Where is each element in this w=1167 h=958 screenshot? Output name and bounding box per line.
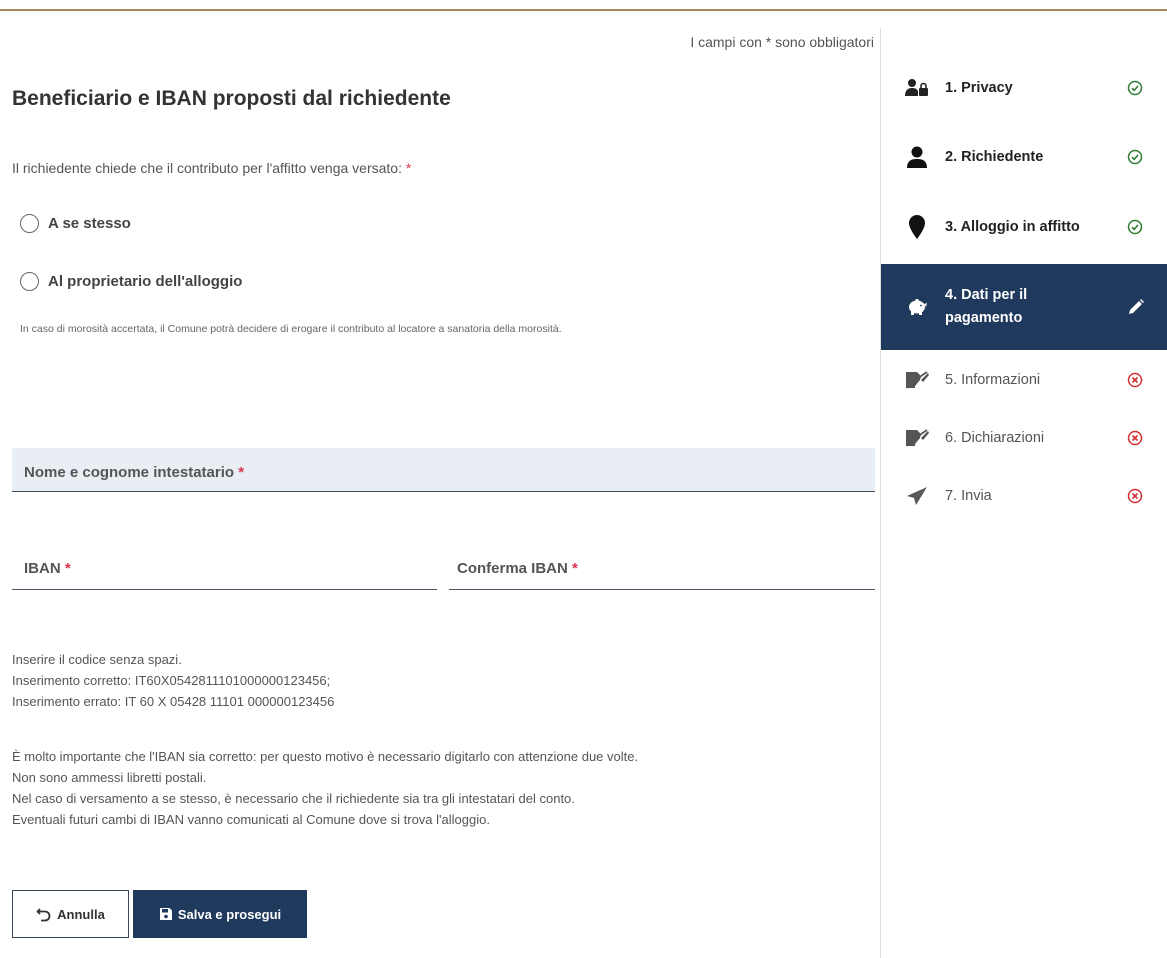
radio-button[interactable] bbox=[20, 214, 39, 233]
iban-confirm-label: Conferma IBAN * bbox=[457, 560, 578, 577]
paper-plane-icon bbox=[905, 484, 929, 508]
payment-question: Il richiedente chiede che il contributo … bbox=[12, 160, 411, 176]
floppy-disk-icon bbox=[159, 908, 172, 920]
step-label: 3. Alloggio in affitto bbox=[945, 219, 1080, 235]
holder-name-field[interactable]: Nome e cognome intestatario * bbox=[12, 448, 875, 492]
required-star: * bbox=[64, 560, 71, 577]
iban-help-line: Inserimento corretto: IT60X0542811101000… bbox=[12, 673, 331, 688]
undo-icon bbox=[36, 908, 51, 922]
form-panel: I campi con * sono obbligatori Beneficia… bbox=[0, 0, 880, 958]
step-label: 4. Dati per il pagamento bbox=[945, 287, 1028, 326]
radio-label-self: A se stesso bbox=[48, 215, 131, 232]
cancel-button[interactable]: Annulla bbox=[12, 890, 129, 938]
required-star: * bbox=[238, 464, 245, 481]
pencil-icon bbox=[1129, 299, 1144, 314]
required-star: * bbox=[572, 560, 578, 577]
step-dichiarazioni[interactable]: 6. Dichiarazioni bbox=[881, 416, 1167, 460]
step-label: 6. Dichiarazioni bbox=[945, 430, 1045, 446]
x-circle-icon bbox=[1127, 430, 1143, 446]
section-title: Beneficiario e IBAN proposti dal richied… bbox=[12, 87, 451, 110]
morosity-hint: In caso di morosità accertata, il Comune… bbox=[20, 323, 562, 335]
step-label: 7. Invia bbox=[945, 488, 992, 504]
x-circle-icon bbox=[1127, 488, 1143, 504]
save-button-label: Salva e prosegui bbox=[177, 906, 282, 922]
user-icon bbox=[905, 145, 929, 169]
step-informazioni[interactable]: 5. Informazioni bbox=[881, 358, 1167, 402]
file-signature-icon bbox=[905, 426, 929, 450]
holder-name-label-text: Nome e cognome intestatario bbox=[24, 464, 235, 481]
step-dati-pagamento[interactable]: 4. Dati per il pagamento bbox=[881, 264, 1167, 350]
save-continue-button[interactable]: Salva e prosegui bbox=[133, 890, 307, 938]
radio-option-owner[interactable]: Al proprietario dell'alloggio bbox=[20, 272, 242, 291]
step-alloggio[interactable]: 3. Alloggio in affitto bbox=[881, 201, 1167, 253]
step-privacy[interactable]: 1. Privacy bbox=[881, 62, 1167, 114]
holder-name-label: Nome e cognome intestatario * bbox=[24, 464, 244, 481]
file-signature-icon bbox=[905, 368, 929, 392]
iban-confirm-label-text: Conferma IBAN bbox=[457, 560, 568, 577]
map-pin-icon bbox=[905, 215, 929, 239]
step-label: 5. Informazioni bbox=[945, 372, 1041, 388]
iban-confirm-field[interactable]: Conferma IBAN * bbox=[449, 548, 875, 590]
payment-question-text: Il richiedente chiede che il contributo … bbox=[12, 160, 402, 176]
radio-option-self[interactable]: A se stesso bbox=[20, 214, 131, 233]
users-lock-icon bbox=[905, 76, 929, 100]
check-circle-icon bbox=[1127, 219, 1143, 235]
step-label: 1. Privacy bbox=[945, 80, 1013, 96]
iban-label: IBAN * bbox=[24, 560, 71, 577]
iban-label-text: IBAN bbox=[24, 560, 61, 577]
cancel-button-label: Annulla bbox=[57, 906, 105, 922]
check-circle-icon bbox=[1127, 149, 1143, 165]
radio-label-owner: Al proprietario dell'alloggio bbox=[48, 273, 243, 290]
piggy-bank-icon bbox=[905, 295, 929, 319]
important-note-line: È molto importante che l'IBAN sia corret… bbox=[12, 749, 639, 764]
iban-help-line: Inserimento errato: IT 60 X 05428 11101 … bbox=[12, 694, 335, 709]
step-label: 2. Richiedente bbox=[945, 149, 1044, 165]
required-star: * bbox=[405, 160, 412, 176]
iban-help: Inserire il codice senza spazi. Inserime… bbox=[12, 649, 334, 712]
important-notes: È molto importante che l'IBAN sia corret… bbox=[12, 746, 638, 830]
important-note-line: Non sono ammessi libretti postali. bbox=[12, 770, 207, 785]
check-circle-icon bbox=[1127, 80, 1143, 96]
step-invia[interactable]: 7. Invia bbox=[881, 474, 1167, 518]
radio-button[interactable] bbox=[20, 272, 39, 291]
important-note-line: Nel caso di versamento a se stesso, è ne… bbox=[12, 791, 575, 806]
iban-help-line: Inserire il codice senza spazi. bbox=[12, 652, 182, 667]
x-circle-icon bbox=[1127, 372, 1143, 388]
step-richiedente[interactable]: 2. Richiedente bbox=[881, 131, 1167, 183]
required-fields-note: I campi con * sono obbligatori bbox=[690, 34, 874, 50]
iban-field[interactable]: IBAN * bbox=[12, 548, 437, 590]
important-note-line: Eventuali futuri cambi di IBAN vanno com… bbox=[12, 812, 490, 827]
